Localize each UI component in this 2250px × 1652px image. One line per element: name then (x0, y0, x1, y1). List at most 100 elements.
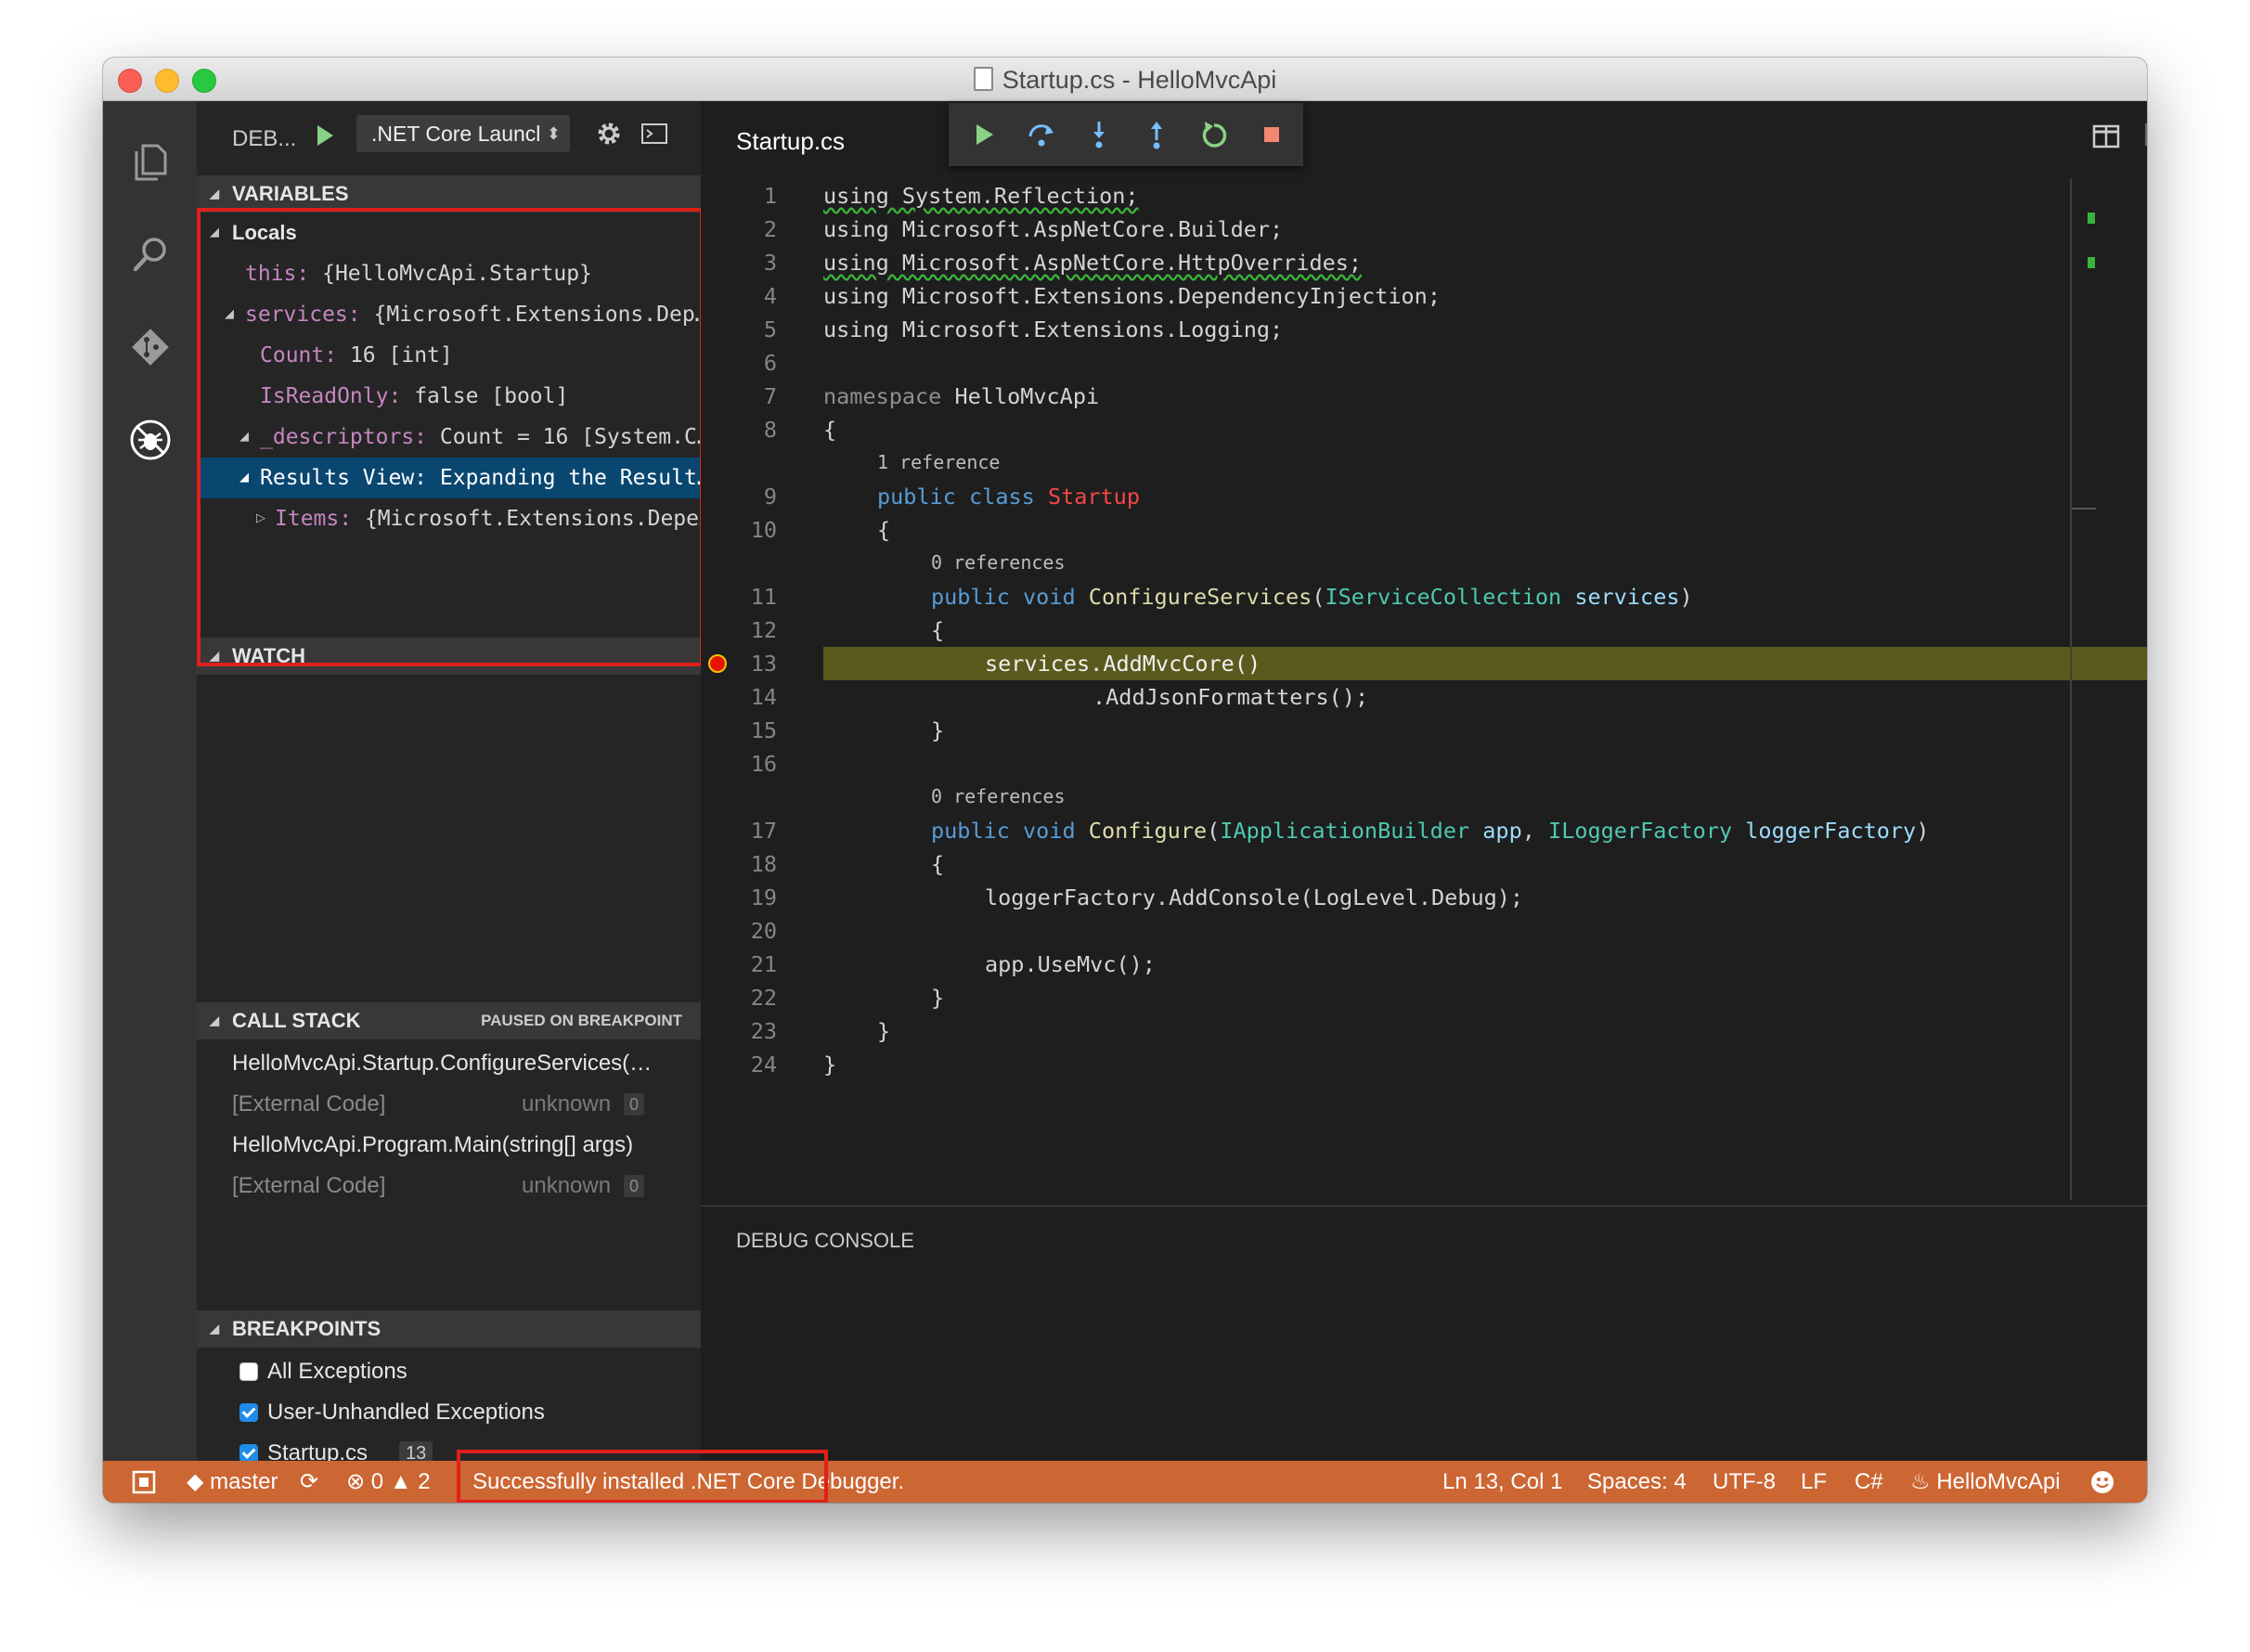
gear-icon[interactable] (593, 118, 625, 149)
project-indicator[interactable]: ♨ HelloMvcApi (1910, 1461, 2061, 1503)
flame-icon: ♨ (1910, 1469, 1931, 1494)
code-line: 14 .AddJsonFormatters(); (701, 680, 2147, 714)
code-line: 2 using Microsoft.AspNetCore.Builder; (701, 213, 2147, 246)
variables-section-header[interactable]: ◢ VARIABLES (197, 175, 701, 213)
code-type: ILoggerFactory (1548, 818, 1733, 844)
project-name: HelloMvcApi (1936, 1469, 2061, 1494)
stack-frame[interactable]: [External Code] unknown 0 (197, 1084, 701, 1125)
overview-ruler-marker (2088, 257, 2095, 268)
language-mode[interactable]: C# (1855, 1461, 1883, 1503)
warning-count: 2 (418, 1469, 431, 1494)
source-control-icon[interactable] (127, 324, 174, 370)
branch-name: master (210, 1469, 278, 1494)
line-number: 7 (763, 383, 777, 409)
line-number: 12 (750, 617, 777, 643)
code-area[interactable]: 1 using System.Reflection; 2 using Microso… (701, 179, 2147, 1202)
line-number: 1 (763, 183, 777, 209)
overview-ruler-marker (2088, 213, 2095, 224)
stop-icon[interactable] (1255, 118, 1288, 151)
split-editor-icon[interactable] (2091, 122, 2121, 151)
code-text: using Microsoft.AspNetCore.HttpOverrides… (823, 250, 1363, 276)
window-title-text: Startup.cs - HelloMvcApi (1002, 66, 1277, 94)
breakpoint-item[interactable]: User-Unhandled Exceptions (197, 1392, 701, 1433)
stack-frame-name: HelloMvcApi.Startup.ConfigureServices(… (232, 1051, 653, 1076)
code-text: loggerFactory.AddConsole(LogLevel.Debug)… (985, 884, 1524, 910)
continue-icon[interactable] (967, 118, 1001, 151)
step-over-icon[interactable] (1025, 118, 1058, 151)
search-icon[interactable] (127, 231, 174, 277)
breakpoint-checkbox[interactable] (239, 1362, 258, 1381)
line-number: 17 (750, 818, 777, 844)
problems-indicator[interactable]: ⊗ 0 ▲ 2 (346, 1461, 431, 1503)
step-into-icon[interactable] (1082, 118, 1116, 151)
code-line-current: 13 services.AddMvcCore() (701, 647, 2147, 680)
code-method-name: ConfigureServices (1088, 584, 1312, 610)
feedback-smiley-icon[interactable] (2089, 1469, 2115, 1495)
step-out-icon[interactable] (1140, 118, 1173, 151)
stack-frame[interactable]: HelloMvcApi.Program.Main(string[] args) (197, 1125, 701, 1166)
code-line: 15} (701, 714, 2147, 747)
scrollbar-thumb[interactable] (2072, 508, 2096, 510)
vscode-window: Startup.cs - HelloMvcApi DEB... .NET Cor… (103, 58, 2147, 1503)
code-line: 7 namespace HelloMvcApi (701, 380, 2147, 413)
editor-tab-startup[interactable]: Startup.cs (736, 127, 845, 156)
code-lens-references[interactable]: 0 references (931, 782, 1066, 810)
code-line: 24} (701, 1048, 2147, 1081)
paused-status: PAUSED ON BREAKPOINT (481, 1012, 682, 1029)
code-keyword: public class (877, 484, 1035, 510)
code-class-name: Startup (1047, 484, 1140, 510)
end-of-line[interactable]: LF (1801, 1461, 1827, 1503)
launch-configuration-value: .NET Core Launcl (371, 122, 541, 146)
line-number: 19 (750, 884, 777, 910)
code-text: using Microsoft.Extensions.Logging; (823, 316, 1284, 342)
code-text: ( (1312, 584, 1325, 610)
encoding[interactable]: UTF-8 (1713, 1461, 1776, 1503)
cursor-position[interactable]: Ln 13, Col 1 (1442, 1461, 1562, 1503)
code-text: , (1521, 818, 1535, 844)
sync-icon[interactable]: ⟳ (300, 1461, 318, 1503)
file-icon (973, 67, 993, 91)
line-number: 2 (763, 216, 777, 242)
launch-configuration-select[interactable]: .NET Core Launcl ⬍ (356, 115, 570, 152)
line-number: 3 (763, 250, 777, 276)
call-stack-section-header[interactable]: ◢ CALL STACK PAUSED ON BREAKPOINT (197, 1002, 701, 1039)
breakpoint-item[interactable]: All Exceptions (197, 1351, 701, 1392)
select-arrows-icon: ⬍ (546, 124, 561, 143)
indentation[interactable]: Spaces: 4 (1587, 1461, 1687, 1503)
code-lens-references[interactable]: 0 references (931, 549, 1066, 576)
debug-console-panel: DEBUG CONSOLE › (701, 1206, 2147, 1503)
line-number: 15 (750, 717, 777, 743)
stack-frame[interactable]: HelloMvcApi.Startup.ConfigureServices(… (197, 1043, 701, 1084)
code-line: 20 (701, 914, 2147, 948)
restart-icon[interactable] (1197, 118, 1231, 151)
stack-frame[interactable]: [External Code] unknown 0 (197, 1166, 701, 1207)
breakpoint-checkbox[interactable] (239, 1444, 258, 1463)
line-number: 4 (763, 283, 777, 309)
stack-frame-name: [External Code] (232, 1173, 386, 1198)
status-message-highlight-box (457, 1450, 828, 1503)
code-lens-references[interactable]: 1 reference (877, 448, 1000, 476)
breakpoints-section-header[interactable]: ◢ BREAKPOINTS (197, 1310, 701, 1348)
open-changes-icon[interactable] (2143, 122, 2147, 151)
code-parameter: loggerFactory (1745, 818, 1917, 844)
debug-icon[interactable] (127, 417, 174, 463)
code-text: .AddJsonFormatters(); (1093, 684, 1369, 710)
stack-frame-name: [External Code] (232, 1091, 386, 1116)
explorer-icon[interactable] (127, 138, 174, 185)
debug-header: DEB... .NET Core Launcl ⬍ (197, 101, 701, 175)
line-number: 21 (750, 951, 777, 977)
start-debugging-button[interactable] (317, 125, 333, 146)
variables-title: VARIABLES (232, 182, 349, 205)
debug-console-toggle-icon[interactable] (640, 122, 668, 146)
code-keyword: public void (931, 818, 1076, 844)
remote-icon[interactable] (131, 1469, 157, 1495)
code-text: services.AddMvcCore() (985, 651, 1261, 677)
code-line: 17 public void Configure(IApplicationBuil… (701, 814, 2147, 847)
branch-indicator[interactable]: ◆ master (187, 1461, 278, 1503)
code-line: 8{ (701, 413, 2147, 446)
breakpoint-checkbox[interactable] (239, 1403, 258, 1422)
code-text: } (823, 1052, 837, 1078)
code-text: { (931, 617, 945, 643)
collapse-icon: ◢ (210, 1013, 219, 1027)
editor-scrollbar[interactable] (2070, 179, 2072, 1200)
